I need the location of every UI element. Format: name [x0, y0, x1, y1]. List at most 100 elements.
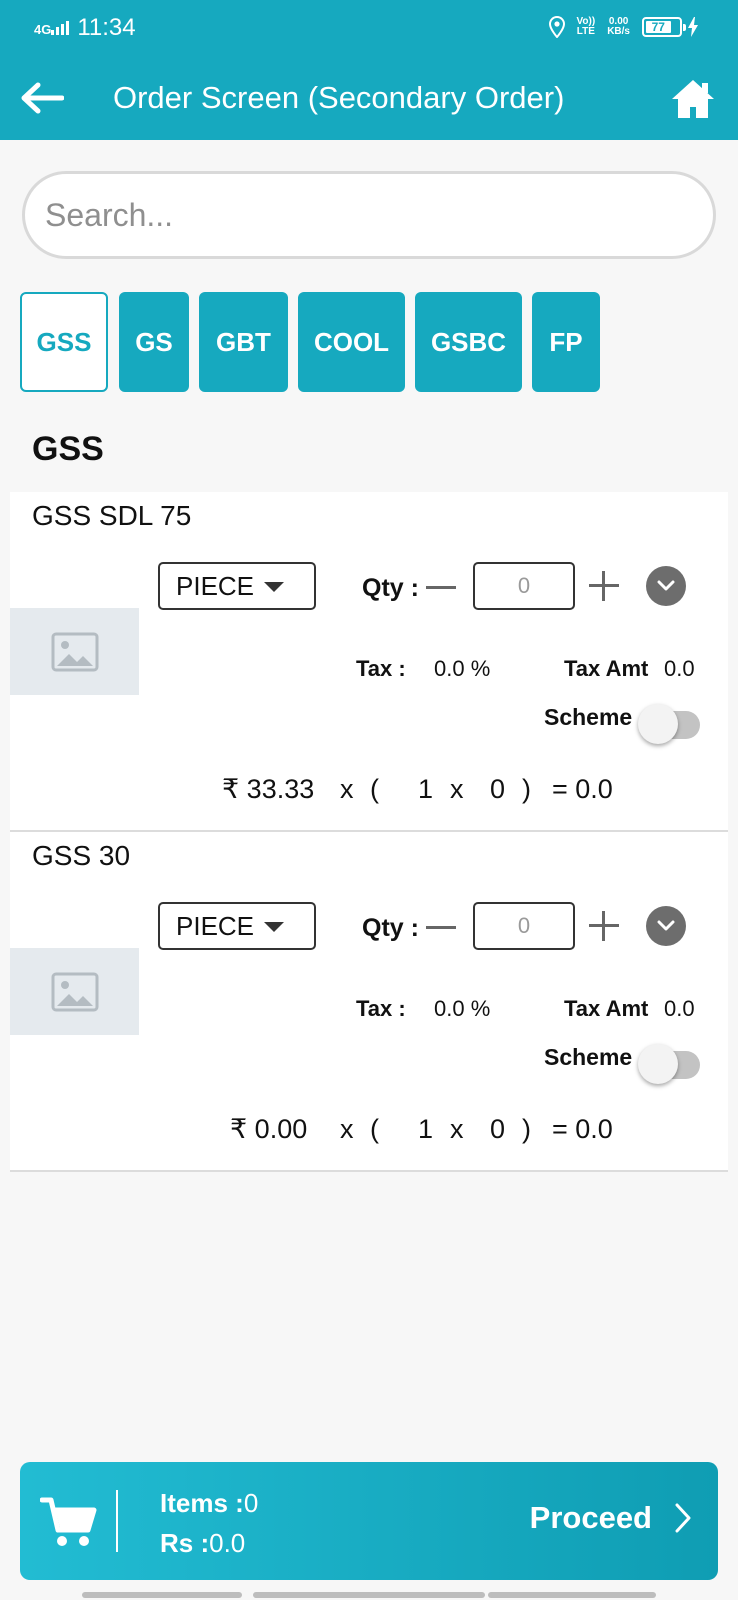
calc-qty: 0 [490, 1114, 506, 1144]
toggle-knob [638, 704, 678, 744]
proceed-label: Proceed [529, 1500, 652, 1535]
dropdown-arrow-icon [264, 922, 284, 932]
image-placeholder-icon [51, 972, 98, 1011]
status-right: Vo)) LTE 0.00 KB/s 77 [548, 16, 698, 38]
product-card: GSS 30 PIECE Qty : Tax : 0.0 % Tax Amt 0… [10, 832, 728, 1172]
qty-label: Qty : [362, 574, 419, 602]
charging-icon [688, 17, 698, 37]
unit-value: PIECE [176, 910, 255, 941]
unit-dropdown[interactable]: PIECE [158, 562, 316, 610]
expand-button[interactable] [646, 566, 686, 606]
unit-price: ₹ 33.33 [222, 774, 315, 804]
unit-dropdown[interactable]: PIECE [158, 902, 316, 950]
network-type: 4G [34, 22, 52, 37]
scheme-toggle[interactable] [638, 704, 700, 744]
expand-button[interactable] [646, 906, 686, 946]
minus-icon [426, 586, 456, 589]
signal-icon: 4G [34, 21, 70, 37]
product-name: GSS 30 [32, 840, 131, 871]
search-input[interactable] [25, 174, 713, 256]
network-speed: 0.00 KB/s [607, 17, 630, 37]
nav-gesture-bar [253, 1592, 485, 1598]
search-box[interactable] [22, 171, 716, 259]
status-bar: 4G 11:34 Vo)) LTE 0.00 KB/s 77 [0, 0, 738, 58]
nav-gesture-bar [82, 1592, 242, 1598]
qty-field[interactable] [473, 902, 575, 950]
chevron-down-icon [657, 580, 675, 591]
multiply-sign: x [340, 1114, 354, 1144]
close-paren: ) [522, 1114, 531, 1144]
multiply-sign: x [450, 774, 464, 804]
tab-gsbc[interactable]: GSBC [415, 292, 522, 392]
back-button[interactable] [18, 78, 66, 118]
unit-price: ₹ 0.00 [230, 1114, 308, 1144]
qty-label: Qty : [362, 914, 419, 942]
rs-value: 0.0 [209, 1528, 246, 1558]
tab-fp[interactable]: FP [532, 292, 600, 392]
battery-level: 77 [646, 21, 671, 33]
tax-value: 0.0 % [434, 656, 491, 681]
tab-gs[interactable]: GS [119, 292, 189, 392]
battery-icon: 77 [642, 17, 698, 37]
product-card: GSS SDL 75 PIECE Qty : Tax : 0.0 % Tax A… [10, 492, 728, 832]
tab-gbt[interactable]: GBT [199, 292, 288, 392]
calc-qty: 0 [490, 774, 506, 804]
items-value: 0 [243, 1488, 259, 1518]
tax-label: Tax : [356, 996, 406, 1021]
home-icon [672, 80, 714, 118]
pack-size: 1 [418, 774, 434, 804]
open-paren: ( [370, 1114, 379, 1144]
tax-label: Tax : [356, 656, 406, 681]
page-title: Order Screen (Secondary Order) [113, 80, 565, 115]
increment-button[interactable] [586, 908, 622, 944]
scheme-label: Scheme [544, 1044, 633, 1070]
tax-amount-label: Tax Amt [564, 656, 649, 681]
app-bar: Order Screen (Secondary Order) [0, 58, 738, 140]
chevron-down-icon [657, 920, 675, 931]
product-image [10, 948, 139, 1035]
qty-field[interactable] [473, 562, 575, 610]
tax-amount-value: 0.0 [664, 996, 695, 1021]
tax-amount-value: 0.0 [664, 656, 695, 681]
volte-icon: Vo)) LTE [577, 17, 596, 37]
location-icon [548, 16, 565, 38]
multiply-sign: x [450, 1114, 464, 1144]
qty-input[interactable] [475, 564, 573, 608]
speed-unit: KB/s [607, 26, 630, 37]
price-calculation: ₹ 33.33 x ( 1 x 0 ) = 0.0 [222, 774, 613, 805]
pack-size: 1 [418, 1114, 434, 1144]
open-paren: ( [370, 774, 379, 804]
scheme-label: Scheme [544, 704, 633, 730]
tax-value: 0.0 % [434, 996, 491, 1021]
volte-bottom: LTE [576, 26, 595, 37]
line-total: = 0.0 [552, 1114, 613, 1144]
product-image [10, 608, 139, 695]
price-calculation: ₹ 0.00 x ( 1 x 0 ) = 0.0 [230, 1114, 613, 1145]
order-total: Rs :0.0 [160, 1528, 245, 1559]
tax-amount-label: Tax Amt [564, 996, 649, 1021]
rs-label: Rs : [160, 1528, 210, 1558]
home-button[interactable] [670, 76, 716, 122]
scheme-toggle[interactable] [638, 1044, 700, 1084]
increment-button[interactable] [586, 568, 622, 604]
decrement-button[interactable] [422, 910, 458, 946]
divider [116, 1490, 118, 1552]
tab-cool[interactable]: COOL [298, 292, 405, 392]
decrement-button[interactable] [422, 570, 458, 606]
section-title: GSS [32, 430, 104, 468]
image-placeholder-icon [51, 632, 98, 671]
back-arrow-icon [21, 82, 64, 114]
tab-gss[interactable]: GSS [20, 292, 108, 392]
nav-gesture-bar [488, 1592, 656, 1598]
status-left: 4G 11:34 [34, 14, 136, 42]
chevron-right-icon [675, 1503, 691, 1533]
qty-input[interactable] [475, 904, 573, 948]
cart-icon [40, 1497, 97, 1546]
dropdown-arrow-icon [264, 582, 284, 592]
line-total: = 0.0 [552, 774, 613, 804]
clock: 11:34 [77, 14, 136, 41]
proceed-button[interactable]: Proceed [530, 1500, 692, 1536]
items-label: Items : [160, 1488, 244, 1518]
items-count: Items :0 [160, 1488, 258, 1519]
unit-value: PIECE [176, 570, 255, 601]
